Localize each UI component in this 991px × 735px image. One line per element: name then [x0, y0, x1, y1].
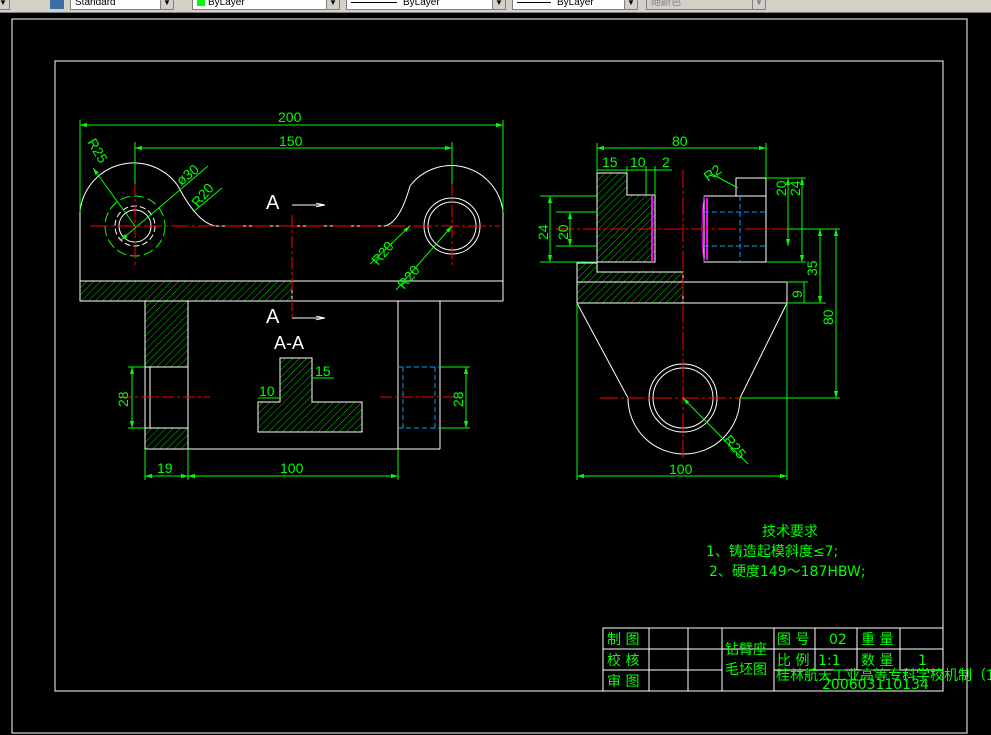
color-combo[interactable]: ByLayer ▼	[192, 0, 340, 10]
lineweight-combo[interactable]: ByLayer ▼	[512, 0, 638, 10]
chevron-down-icon[interactable]: ▼	[492, 0, 505, 9]
dim-150: 150	[279, 133, 303, 149]
notes-line-2: 2、硬度149～187HBW;	[709, 564, 866, 580]
dim-200: 200	[278, 109, 302, 125]
text-style-icon[interactable]	[50, 0, 64, 9]
dim-r2: R2	[701, 161, 725, 184]
label-drawn: 制 图	[607, 632, 639, 648]
color-swatch-icon	[197, 0, 205, 7]
dim-28-left: 28	[115, 391, 131, 407]
text-style-value: Standard	[75, 0, 116, 8]
qty-value: 1	[918, 653, 927, 669]
dim-80-side: 80	[672, 133, 688, 149]
notes-title: 技术要求	[762, 524, 818, 540]
dim-80-vertical: 80	[820, 309, 836, 325]
plotstyle-combo: 随颜色 ▼	[646, 0, 766, 10]
dim-20-left: 20	[555, 224, 571, 240]
dim-r20-arm: R20	[188, 180, 217, 210]
plotstyle-value: 随颜色	[651, 0, 681, 8]
linetype-preview-icon	[351, 1, 397, 3]
chevron-down-icon[interactable]: ▼	[326, 0, 339, 9]
student-no: 200603110134	[822, 677, 929, 693]
section-mark-top: A	[266, 192, 280, 214]
drawing-canvas[interactable]: A A 200 150 R25 ø30 R20 R20 R20 28 28 19…	[0, 12, 991, 735]
chevron-down-icon[interactable]: ▼	[160, 0, 173, 9]
dim-19: 19	[157, 460, 173, 476]
dim-35: 35	[804, 260, 820, 276]
lineweight-value: ByLayer	[557, 0, 594, 8]
label-weight: 重 量	[861, 632, 893, 648]
chevron-down-icon: ▼	[752, 0, 765, 9]
dim-28-right: 28	[450, 391, 466, 407]
layer-combo[interactable]: ▼	[0, 0, 10, 10]
front-hatch-top	[79, 280, 293, 368]
dim-15-side: 15	[602, 154, 618, 170]
dim-100-front: 100	[280, 460, 304, 476]
outer-border	[11, 18, 968, 734]
label-drawing-no: 图 号	[777, 632, 809, 648]
side-view: 80 15 10 2 R2 20 24 24 20 35 9 80 100 R2…	[535, 133, 840, 480]
notes-line-1: 1、铸造起模斜度≤7;	[706, 544, 838, 560]
label-scale: 比 例	[777, 653, 809, 669]
dim-phi30: ø30	[173, 161, 202, 189]
technical-notes: 技术要求 1、铸造起模斜度≤7; 2、硬度149～187HBW;	[706, 524, 866, 580]
dim-9: 9	[789, 290, 805, 298]
chevron-down-icon[interactable]: ▼	[0, 0, 9, 9]
dim-24-top: 24	[787, 180, 803, 196]
scale-value: 1:1	[818, 653, 841, 669]
label-approved: 审 图	[607, 674, 639, 690]
dim-15-section: 15	[315, 363, 331, 379]
label-checked: 校 核	[607, 652, 639, 669]
front-hatch-bottom	[144, 427, 189, 450]
text-style-combo[interactable]: Standard ▼	[70, 0, 174, 10]
section-mark-bottom: A	[266, 306, 280, 328]
dim-10-section: 10	[259, 383, 275, 399]
drawing-no: 02	[829, 632, 847, 648]
dim-100-side: 100	[669, 461, 693, 477]
dim-24-left: 24	[535, 224, 551, 240]
linetype-value: ByLayer	[403, 0, 440, 8]
dim-2-side: 2	[662, 154, 670, 170]
linetype-combo[interactable]: ByLayer ▼	[346, 0, 506, 10]
label-qty: 数 量	[861, 653, 893, 669]
lineweight-preview-icon	[517, 1, 551, 3]
color-value: ByLayer	[208, 0, 245, 8]
section-title: A-A	[274, 333, 304, 353]
part-name: 钻臂座	[725, 642, 767, 658]
chevron-down-icon[interactable]: ▼	[624, 0, 637, 9]
section-a-a: A-A 15 10	[257, 333, 363, 433]
dim-r25-front: R25	[84, 136, 111, 166]
dim-10-side: 10	[630, 154, 646, 170]
part-subname: 毛坯图	[725, 662, 767, 678]
title-block: 制 图 校 核 审 图 钻臂座 毛坯图 图 号 02 重 量 比 例 1:1 数…	[602, 627, 991, 693]
